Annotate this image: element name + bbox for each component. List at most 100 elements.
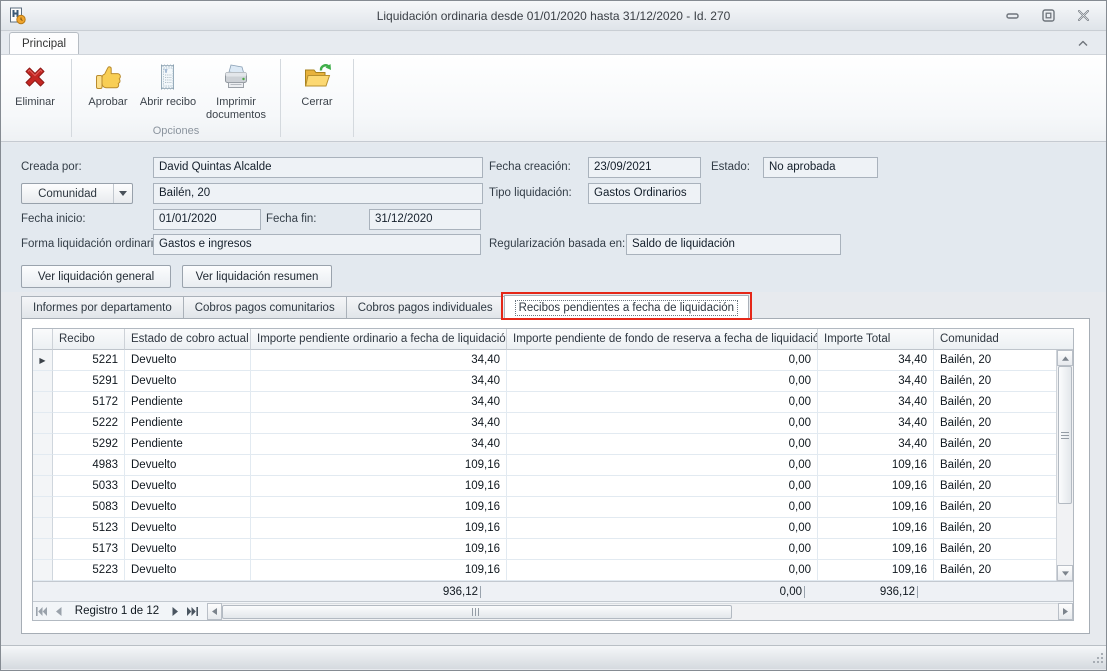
creada-por-field[interactable]: David Quintas Alcalde [153, 157, 483, 178]
nav-first-button[interactable] [33, 602, 50, 621]
cell-comunidad[interactable]: Bailén, 20 [934, 518, 1056, 539]
forma-liquidacion-field[interactable]: Gastos e ingresos [153, 234, 481, 255]
header-cell-recibo[interactable]: Recibo [53, 329, 125, 350]
comunidad-dropdown-arrow[interactable] [113, 184, 132, 203]
cell-ordinario[interactable]: 109,16 [251, 518, 507, 539]
hscroll-left-button[interactable] [207, 603, 222, 620]
cell-ordinario[interactable]: 109,16 [251, 539, 507, 560]
cell-recibo[interactable]: 5172 [53, 392, 125, 413]
cell-comunidad[interactable]: Bailén, 20 [934, 371, 1056, 392]
regularizacion-field[interactable]: Saldo de liquidación [626, 234, 841, 255]
cell-comunidad[interactable]: Bailén, 20 [934, 539, 1056, 560]
cell-estado[interactable]: Pendiente [125, 434, 251, 455]
cell-ordinario[interactable]: 34,40 [251, 371, 507, 392]
header-cell-ordinario[interactable]: Importe pendiente ordinario a fecha de l… [251, 329, 507, 350]
cell-estado[interactable]: Devuelto [125, 497, 251, 518]
nav-last-button[interactable] [184, 602, 201, 621]
ribbon-tab-principal[interactable]: Principal [9, 32, 79, 54]
cell-estado[interactable]: Devuelto [125, 476, 251, 497]
table-row[interactable]: 5292Pendiente34,400,0034,40Bailén, 20 [33, 434, 1056, 455]
cell-comunidad[interactable]: Bailén, 20 [934, 455, 1056, 476]
vscroll-track[interactable] [1057, 504, 1073, 565]
cell-estado[interactable]: Devuelto [125, 350, 251, 371]
tab-cobros-pagos-comunitarios[interactable]: Cobros pagos comunitarios [183, 296, 347, 318]
cell-recibo[interactable]: 5033 [53, 476, 125, 497]
resize-grip[interactable] [1091, 651, 1104, 667]
table-row[interactable]: 5083Devuelto109,160,00109,16Bailén, 20 [33, 497, 1056, 518]
cell-total[interactable]: 34,40 [818, 413, 934, 434]
ver-liquidacion-general-button[interactable]: Ver liquidación general [21, 265, 171, 288]
cell-recibo[interactable]: 5291 [53, 371, 125, 392]
cell-total[interactable]: 34,40 [818, 392, 934, 413]
cell-total[interactable]: 34,40 [818, 434, 934, 455]
cell-ordinario[interactable]: 109,16 [251, 455, 507, 476]
table-row[interactable]: 5123Devuelto109,160,00109,16Bailén, 20 [33, 518, 1056, 539]
hscroll-right-button[interactable] [1058, 603, 1073, 620]
table-row[interactable]: 5291Devuelto34,400,0034,40Bailén, 20 [33, 371, 1056, 392]
fecha-creacion-field[interactable]: 23/09/2021 [588, 157, 701, 178]
cell-fondo[interactable]: 0,00 [507, 434, 818, 455]
table-row[interactable]: 5172Pendiente34,400,0034,40Bailén, 20 [33, 392, 1056, 413]
cell-recibo[interactable]: 5223 [53, 560, 125, 581]
cell-estado[interactable]: Devuelto [125, 371, 251, 392]
cell-total[interactable]: 109,16 [818, 455, 934, 476]
cell-fondo[interactable]: 0,00 [507, 539, 818, 560]
cell-estado[interactable]: Pendiente [125, 392, 251, 413]
cell-recibo[interactable]: 5123 [53, 518, 125, 539]
cell-comunidad[interactable]: Bailén, 20 [934, 497, 1056, 518]
table-row[interactable]: 5033Devuelto109,160,00109,16Bailén, 20 [33, 476, 1056, 497]
cell-recibo[interactable]: 4983 [53, 455, 125, 476]
cell-fondo[interactable]: 0,00 [507, 350, 818, 371]
comunidad-dropdown-button[interactable]: Comunidad [21, 183, 133, 204]
close-button[interactable] [1074, 9, 1092, 23]
abrir-recibo-button[interactable]: T Abrir recibo [138, 57, 198, 125]
comunidad-field[interactable]: Bailén, 20 [153, 183, 483, 204]
table-row[interactable]: ▶5221Devuelto34,400,0034,40Bailén, 20 [33, 350, 1056, 371]
header-cell-estado[interactable]: Estado de cobro actual [125, 329, 251, 350]
cell-comunidad[interactable]: Bailén, 20 [934, 392, 1056, 413]
cell-ordinario[interactable]: 109,16 [251, 476, 507, 497]
table-row[interactable]: 5223Devuelto109,160,00109,16Bailén, 20 [33, 560, 1056, 581]
cell-fondo[interactable]: 0,00 [507, 476, 818, 497]
header-cell-fondo[interactable]: Importe pendiente de fondo de reserva a … [507, 329, 818, 350]
vscroll-down-button[interactable] [1057, 565, 1073, 581]
vscroll-up-button[interactable] [1057, 350, 1073, 366]
table-row[interactable]: 5173Devuelto109,160,00109,16Bailén, 20 [33, 539, 1056, 560]
cell-estado[interactable]: Devuelto [125, 560, 251, 581]
cell-recibo[interactable]: 5222 [53, 413, 125, 434]
minimize-button[interactable] [1004, 9, 1022, 23]
cell-total[interactable]: 34,40 [818, 371, 934, 392]
imprimir-documentos-button[interactable]: Imprimir documentos [198, 57, 274, 125]
cell-recibo[interactable]: 5292 [53, 434, 125, 455]
cell-ordinario[interactable]: 34,40 [251, 392, 507, 413]
cell-comunidad[interactable]: Bailén, 20 [934, 434, 1056, 455]
cell-estado[interactable]: Devuelto [125, 539, 251, 560]
cell-fondo[interactable]: 0,00 [507, 560, 818, 581]
cell-fondo[interactable]: 0,00 [507, 392, 818, 413]
cell-comunidad[interactable]: Bailén, 20 [934, 350, 1056, 371]
cerrar-button[interactable]: Cerrar [287, 57, 347, 125]
cell-fondo[interactable]: 0,00 [507, 371, 818, 392]
cell-total[interactable]: 109,16 [818, 497, 934, 518]
fecha-fin-field[interactable]: 31/12/2020 [369, 209, 481, 230]
cell-total[interactable]: 34,40 [818, 350, 934, 371]
cell-estado[interactable]: Devuelto [125, 455, 251, 476]
cell-ordinario[interactable]: 109,16 [251, 497, 507, 518]
vertical-scrollbar[interactable] [1056, 350, 1073, 581]
cell-ordinario[interactable]: 34,40 [251, 350, 507, 371]
vscroll-thumb[interactable] [1058, 366, 1072, 504]
table-row[interactable]: 5222Pendiente34,400,0034,40Bailén, 20 [33, 413, 1056, 434]
tipo-liquidacion-field[interactable]: Gastos Ordinarios [588, 183, 701, 204]
table-row[interactable]: 4983Devuelto109,160,00109,16Bailén, 20 [33, 455, 1056, 476]
hscroll-thumb[interactable] [222, 605, 732, 619]
eliminar-button[interactable]: Eliminar [5, 57, 65, 125]
cell-total[interactable]: 109,16 [818, 476, 934, 497]
header-cell-importe-total[interactable]: Importe Total [818, 329, 934, 350]
cell-estado[interactable]: Pendiente [125, 413, 251, 434]
nav-next-button[interactable] [167, 602, 184, 621]
cell-fondo[interactable]: 0,00 [507, 497, 818, 518]
horizontal-scrollbar[interactable] [222, 603, 1058, 620]
cell-ordinario[interactable]: 109,16 [251, 560, 507, 581]
fecha-inicio-field[interactable]: 01/01/2020 [153, 209, 261, 230]
ver-liquidacion-resumen-button[interactable]: Ver liquidación resumen [182, 265, 332, 288]
